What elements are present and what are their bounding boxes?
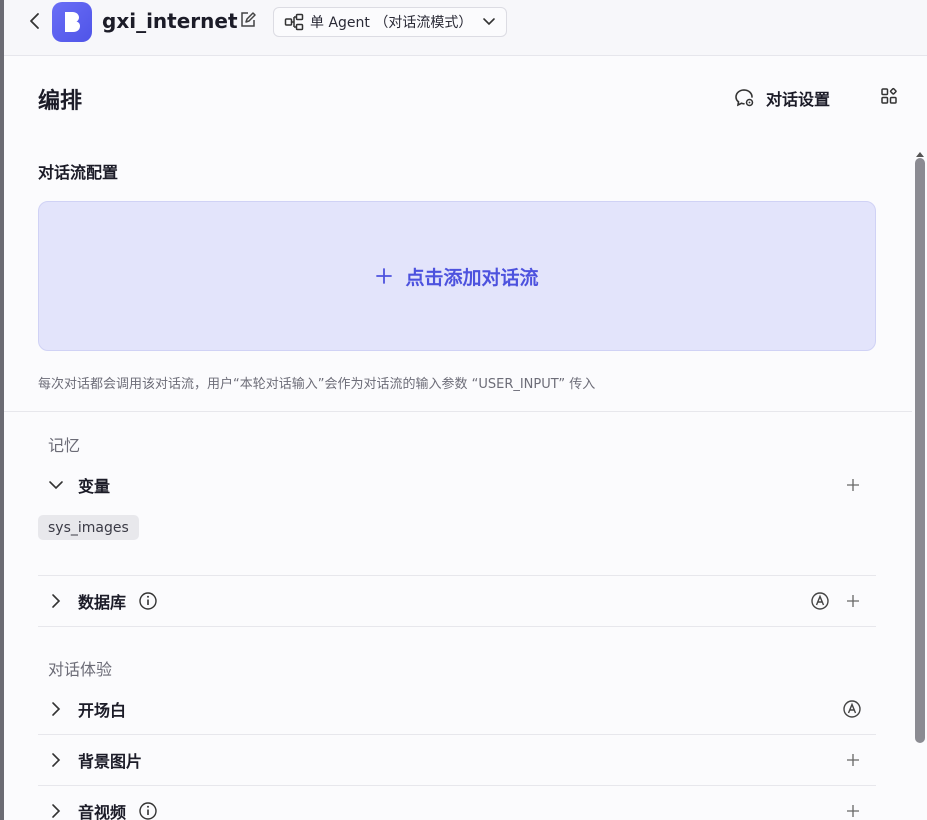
add-flow-label: 点击添加对话流	[405, 266, 539, 289]
background-image-label: 背景图片	[78, 752, 143, 771]
app-logo-icon	[65, 12, 80, 32]
back-button[interactable]	[24, 10, 46, 32]
info-icon[interactable]	[138, 801, 158, 820]
row-divider	[38, 626, 876, 627]
chevron-right-icon[interactable]	[48, 803, 64, 819]
scrollbar-thumb[interactable]	[915, 158, 925, 743]
add-flow-button[interactable]: 点击添加对话流	[38, 201, 876, 351]
variable-tag[interactable]: sys_images	[38, 515, 139, 540]
database-row[interactable]: 数据库	[38, 576, 876, 626]
variables-label: 变量	[78, 477, 111, 496]
opening-row[interactable]: 开场白	[38, 684, 876, 734]
audio-video-label: 音视频	[78, 803, 127, 820]
mode-select-label: 单 Agent （对话流模式）	[310, 15, 473, 31]
triangle-up-icon	[916, 152, 924, 157]
flow-config-title: 对话流配置	[38, 163, 119, 182]
window-left-edge	[0, 0, 4, 820]
page-title: 编排	[38, 89, 83, 114]
opening-label: 开场白	[78, 701, 127, 720]
memory-group-title: 记忆	[48, 436, 81, 455]
chevron-left-icon	[30, 13, 39, 29]
chevron-down-icon[interactable]	[48, 477, 64, 493]
auto-mode-icon[interactable]	[810, 591, 830, 611]
scroll-up-arrow[interactable]	[915, 143, 925, 157]
add-variable-icon[interactable]	[846, 478, 860, 492]
audio-video-row[interactable]: 音视频	[38, 786, 876, 820]
top-bar: gxi_internet 单 Agent （对话流模式）	[4, 0, 927, 56]
flow-hint: 每次对话都会调用该对话流，用户“本轮对话输入”会作为对话流的输入参数 “USER…	[38, 377, 596, 392]
add-audio-video-icon[interactable]	[846, 804, 860, 818]
info-icon[interactable]	[138, 591, 158, 611]
edit-icon	[241, 12, 256, 27]
experience-group-title: 对话体验	[48, 660, 113, 679]
plus-icon	[376, 268, 393, 284]
chevron-down-icon	[483, 18, 495, 26]
app-logo	[52, 2, 92, 42]
variables-row[interactable]: 变量	[38, 460, 876, 510]
workflow-icon	[284, 13, 304, 31]
chat-settings-label: 对话设置	[766, 90, 831, 109]
chevron-right-icon[interactable]	[48, 701, 64, 717]
layout-toggle-button[interactable]	[880, 87, 900, 107]
app-name: gxi_internet	[102, 9, 238, 33]
add-database-icon[interactable]	[846, 594, 860, 608]
chevron-right-icon[interactable]	[48, 593, 64, 609]
auto-mode-icon[interactable]	[842, 699, 862, 719]
mode-select[interactable]: 单 Agent （对话流模式）	[273, 7, 507, 37]
edit-name-button[interactable]	[239, 11, 259, 31]
chevron-right-icon[interactable]	[48, 752, 64, 768]
chat-settings-icon	[735, 89, 754, 107]
background-image-row[interactable]: 背景图片	[38, 735, 876, 785]
database-label: 数据库	[78, 593, 127, 612]
add-background-icon[interactable]	[846, 753, 860, 767]
section-divider	[4, 411, 912, 412]
grid-icon	[881, 87, 897, 104]
chat-settings-button[interactable]: 对话设置	[734, 86, 830, 110]
